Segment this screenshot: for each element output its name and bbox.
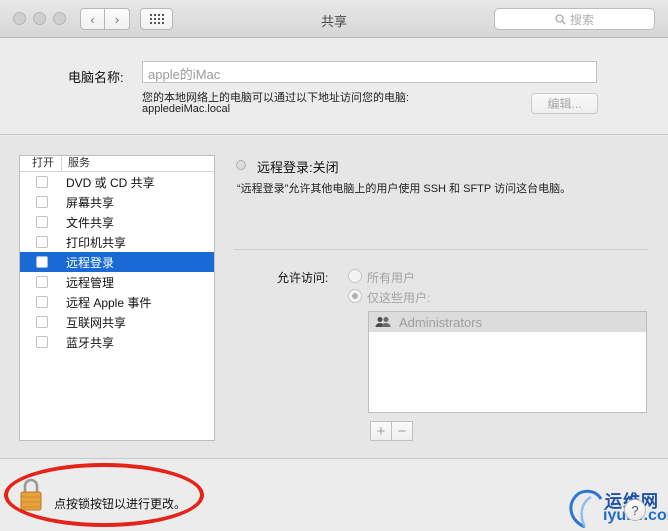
service-row[interactable]: 文件共享 bbox=[20, 212, 214, 232]
service-status: 远程登录:关闭 bbox=[257, 160, 339, 175]
edit-button[interactable]: 编辑... bbox=[531, 93, 598, 114]
service-label: 打印机共享 bbox=[66, 235, 127, 250]
service-description: “远程登录”允许其他电脑上的用户使用 SSH 和 SFTP 访问这台电脑。 bbox=[237, 183, 572, 195]
service-label: 屏幕共享 bbox=[66, 195, 115, 210]
local-address: appledeiMac.local bbox=[142, 103, 231, 115]
service-label: 文件共享 bbox=[66, 215, 115, 230]
radio-all-users-label: 所有用户 bbox=[367, 271, 416, 285]
user-group-icon bbox=[375, 316, 391, 328]
add-user-button[interactable]: + bbox=[370, 421, 392, 441]
service-checkbox[interactable] bbox=[36, 256, 48, 268]
computer-name-section: 电脑名称: apple的iMac 您的本地网络上的电脑可以通过以下地址访问您的电… bbox=[0, 39, 668, 135]
radio-only-these-users-label: 仅这些用户: bbox=[367, 291, 431, 305]
search-field[interactable]: 搜索 bbox=[494, 8, 655, 30]
service-label: 互联网共享 bbox=[66, 315, 127, 330]
status-indicator bbox=[236, 160, 246, 170]
service-row[interactable]: 远程 Apple 事件 bbox=[20, 292, 214, 312]
service-row[interactable]: 屏幕共享 bbox=[20, 192, 214, 212]
remove-user-button[interactable]: − bbox=[391, 421, 413, 441]
service-checkbox[interactable] bbox=[36, 276, 48, 288]
service-checkbox[interactable] bbox=[36, 216, 48, 228]
sharing-main-section: 打开 服务 DVD 或 CD 共享 屏幕共享 文件共享 打印机共享 远程登录 远程管理 远程… bbox=[0, 136, 668, 458]
service-checkbox[interactable] bbox=[36, 316, 48, 328]
service-label: 远程登录 bbox=[66, 255, 115, 270]
service-row[interactable]: 远程登录 bbox=[20, 252, 214, 272]
help-button[interactable]: ? bbox=[624, 499, 646, 521]
service-list[interactable]: 打开 服务 DVD 或 CD 共享 屏幕共享文件共享打印机共享远程登录远程管理远程… bbox=[19, 155, 215, 441]
service-row[interactable]: 互联网共享 bbox=[20, 312, 214, 332]
search-icon bbox=[555, 13, 566, 25]
service-row[interactable]: DVD 或 CD 共享 bbox=[20, 172, 214, 192]
service-label: DVD 或 CD 共享 bbox=[66, 175, 155, 190]
service-row[interactable]: 远程管理 bbox=[20, 272, 214, 292]
annotation-oval bbox=[4, 463, 204, 527]
user-row[interactable]: Administrators bbox=[369, 312, 646, 332]
allow-access-label: 允许访问: bbox=[277, 271, 329, 285]
divider bbox=[234, 249, 648, 250]
service-list-header: 打开 服务 bbox=[20, 156, 214, 172]
service-label: 远程 Apple 事件 bbox=[66, 295, 152, 310]
service-label: 蓝牙共享 bbox=[66, 335, 115, 350]
column-on: 打开 bbox=[20, 156, 62, 171]
service-checkbox[interactable] bbox=[36, 176, 48, 188]
computer-name-label: 电脑名称: bbox=[68, 70, 124, 85]
column-service: 服务 bbox=[68, 157, 90, 169]
service-checkbox[interactable] bbox=[36, 336, 48, 348]
radio-all-users[interactable] bbox=[348, 269, 362, 283]
search-placeholder: 搜索 bbox=[569, 12, 594, 27]
watermark-logo-icon bbox=[569, 489, 603, 529]
radio-only-these-users[interactable] bbox=[348, 289, 362, 303]
service-checkbox[interactable] bbox=[36, 296, 48, 308]
bottom-bar: 点按锁按钮以进行更改。 运维网 iyunv.com ? bbox=[0, 458, 668, 531]
computer-name-field[interactable]: apple的iMac bbox=[142, 61, 597, 83]
watermark: 运维网 iyunv.com bbox=[565, 485, 668, 529]
title-bar: ‹ › 共享 搜索 bbox=[0, 0, 668, 38]
user-label: Administrators bbox=[399, 314, 483, 330]
service-checkbox[interactable] bbox=[36, 236, 48, 248]
service-label: 远程管理 bbox=[66, 275, 115, 290]
service-checkbox[interactable] bbox=[36, 196, 48, 208]
service-row[interactable]: 蓝牙共享 bbox=[20, 332, 214, 352]
allowed-users-list[interactable]: Administrators bbox=[368, 311, 647, 413]
service-row[interactable]: 打印机共享 bbox=[20, 232, 214, 252]
